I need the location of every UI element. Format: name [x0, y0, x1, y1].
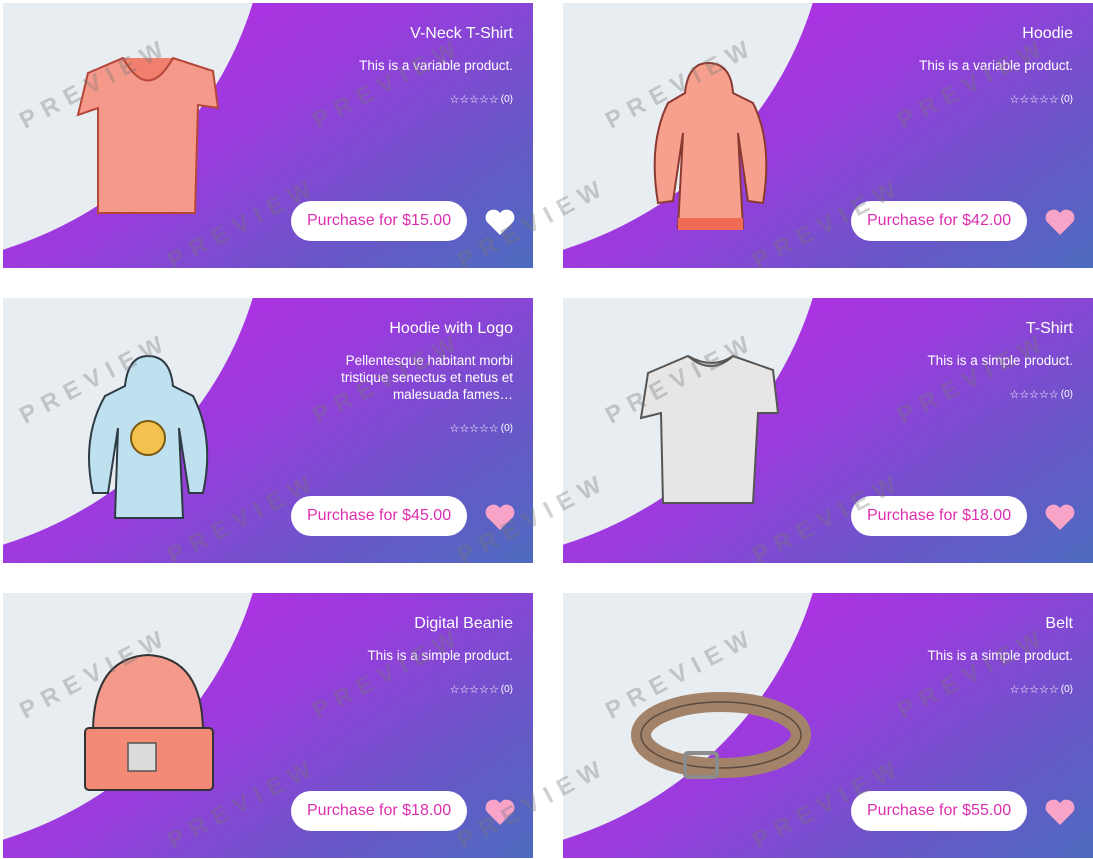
- rating-count: (0): [1060, 94, 1073, 105]
- rating-stars: ☆☆☆☆☆: [1009, 94, 1059, 106]
- heart-icon[interactable]: [484, 502, 516, 532]
- product-rating: ☆☆☆☆☆ (0): [1009, 683, 1073, 696]
- rating-count: (0): [500, 423, 513, 434]
- product-title[interactable]: Hoodie: [1022, 25, 1073, 43]
- product-description: This is a simple product.: [367, 648, 513, 663]
- rating-stars: ☆☆☆☆☆: [449, 684, 499, 696]
- rating-count: (0): [1060, 684, 1073, 695]
- purchase-button[interactable]: Purchase for $55.00: [851, 791, 1028, 831]
- product-card: Digital Beanie This is a simple product.…: [3, 593, 533, 858]
- product-title[interactable]: Hoodie with Logo: [389, 320, 513, 338]
- rating-count: (0): [1060, 389, 1073, 400]
- purchase-button[interactable]: Purchase for $45.00: [291, 496, 468, 536]
- product-card: Hoodie with Logo Pellentesque habitant m…: [3, 298, 533, 563]
- tshirt-icon: [639, 354, 780, 504]
- product-card: Hoodie This is a variable product. ☆☆☆☆☆…: [563, 3, 1093, 268]
- product-card: Belt This is a simple product. ☆☆☆☆☆ (0)…: [563, 593, 1093, 858]
- vneck-tshirt-icon: [76, 56, 220, 214]
- hoodie-icon: [653, 61, 768, 230]
- product-grid: V-Neck T-Shirt This is a variable produc…: [0, 0, 1093, 859]
- rating-count: (0): [500, 684, 513, 695]
- product-card: T-Shirt This is a simple product. ☆☆☆☆☆ …: [563, 298, 1093, 563]
- rating-stars: ☆☆☆☆☆: [1009, 389, 1059, 401]
- product-rating: ☆☆☆☆☆ (0): [1009, 388, 1073, 401]
- beanie-icon: [84, 653, 214, 791]
- product-card: V-Neck T-Shirt This is a variable produc…: [3, 3, 533, 268]
- hoodie-logo-icon: [88, 354, 209, 519]
- product-rating: ☆☆☆☆☆ (0): [449, 683, 513, 696]
- purchase-button[interactable]: Purchase for $18.00: [851, 496, 1028, 536]
- product-rating: ☆☆☆☆☆ (0): [1009, 93, 1073, 106]
- product-title[interactable]: Digital Beanie: [414, 615, 513, 633]
- heart-icon[interactable]: [484, 797, 516, 827]
- product-title[interactable]: T-Shirt: [1026, 320, 1073, 338]
- heart-icon[interactable]: [1044, 207, 1076, 237]
- product-description: This is a simple product.: [927, 648, 1073, 663]
- rating-stars: ☆☆☆☆☆: [449, 423, 499, 435]
- belt-icon: [631, 692, 811, 779]
- product-title[interactable]: Belt: [1045, 615, 1073, 633]
- product-description: This is a variable product.: [359, 58, 513, 73]
- rating-stars: ☆☆☆☆☆: [449, 94, 499, 106]
- heart-icon[interactable]: [484, 207, 516, 237]
- heart-icon[interactable]: [1044, 797, 1076, 827]
- rating-count: (0): [500, 94, 513, 105]
- purchase-button[interactable]: Purchase for $42.00: [851, 201, 1028, 241]
- product-title[interactable]: V-Neck T-Shirt: [410, 25, 513, 43]
- product-description: This is a simple product.: [927, 353, 1073, 368]
- product-description: This is a variable product.: [919, 58, 1073, 73]
- purchase-button[interactable]: Purchase for $15.00: [291, 201, 468, 241]
- product-rating: ☆☆☆☆☆ (0): [449, 93, 513, 106]
- rating-stars: ☆☆☆☆☆: [1009, 684, 1059, 696]
- heart-icon[interactable]: [1044, 502, 1076, 532]
- product-rating: ☆☆☆☆☆ (0): [449, 422, 513, 435]
- product-description: Pellentesque habitant morbi tristique se…: [341, 353, 513, 402]
- purchase-button[interactable]: Purchase for $18.00: [291, 791, 468, 831]
